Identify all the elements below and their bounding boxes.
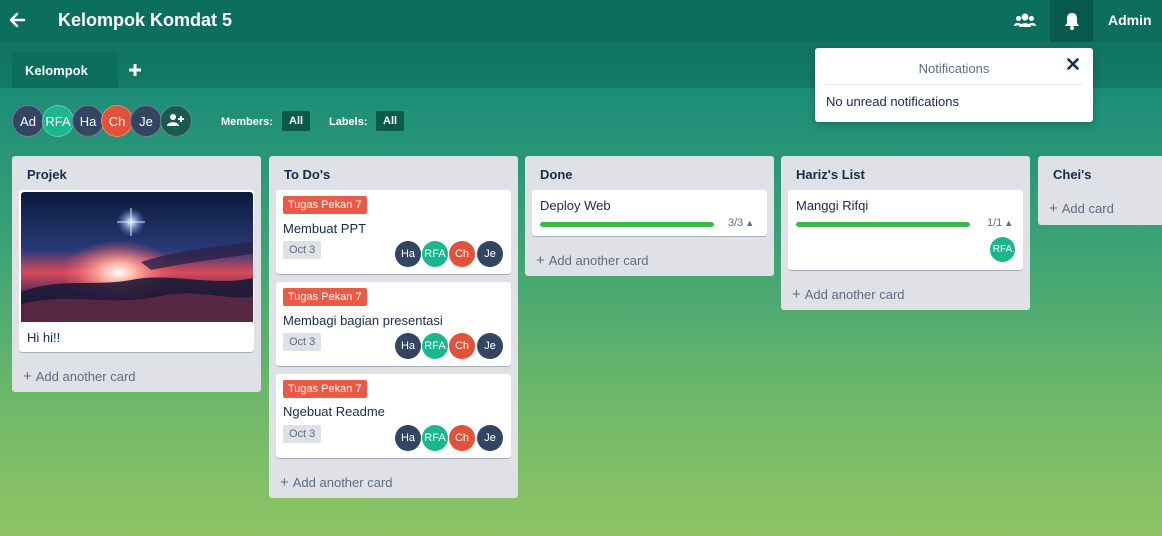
members-filter-select[interactable]: All xyxy=(282,111,311,131)
back-arrow-icon[interactable] xyxy=(8,9,26,31)
list-done: Done Deploy Web 3/3 ▲ + Add another card xyxy=(525,156,774,276)
list-title[interactable]: To Do's xyxy=(284,167,330,182)
plus-icon: + xyxy=(23,368,32,385)
member-avatar[interactable]: Ha xyxy=(72,105,104,137)
add-user-icon xyxy=(167,113,185,130)
list-title[interactable]: Projek xyxy=(27,167,67,182)
card-member-avatar[interactable]: Ch xyxy=(449,333,475,359)
list-chei: Chei's + Add card xyxy=(1038,156,1162,225)
top-bar: Kelompok Komdat 5 Admin xyxy=(0,0,1162,42)
checklist-progress-bar xyxy=(796,222,970,227)
due-date-badge: Oct 3 xyxy=(283,241,322,259)
plus-icon: + xyxy=(792,286,801,303)
card-title: Membuat PPT xyxy=(283,221,367,236)
checklist-count: 3/3 ▲ xyxy=(728,217,755,229)
card-member-avatar[interactable]: RFA xyxy=(422,333,448,359)
plus-icon[interactable] xyxy=(128,62,142,80)
member-avatar[interactable]: Je xyxy=(130,105,162,137)
card-member-avatar[interactable]: Je xyxy=(477,425,503,451)
checklist-progress-fill xyxy=(540,222,714,227)
card-member-avatar[interactable]: Ha xyxy=(395,241,421,267)
card[interactable]: Hi hi!! xyxy=(19,190,254,352)
card-label: Tugas Pekan 7 xyxy=(283,380,367,398)
card-label: Tugas Pekan 7 xyxy=(283,196,367,214)
card[interactable]: Tugas Pekan 7 Membuat PPT Oct 3 Ha RFA C… xyxy=(276,190,511,274)
tab-label: Kelompok xyxy=(25,63,88,78)
card-title: Deploy Web xyxy=(540,198,611,213)
checklist-progress-bar xyxy=(540,222,714,227)
list-hariz: Hariz's List Manggi Rifqi 1/1 ▲ RFA + Add … xyxy=(781,156,1030,310)
plus-icon: + xyxy=(536,252,545,269)
user-menu[interactable]: Admin xyxy=(1108,12,1152,28)
add-card-button[interactable]: + Add another card xyxy=(536,252,649,269)
card-member-avatar[interactable]: RFA xyxy=(422,425,448,451)
plus-icon: + xyxy=(1049,200,1058,217)
notifications-popover: Notifications No unread notifications xyxy=(815,48,1093,122)
plus-icon: + xyxy=(280,474,289,491)
list-title[interactable]: Hariz's List xyxy=(796,167,865,182)
list-projek: Projek Hi hi!! + Add another card xyxy=(12,156,261,392)
due-date-badge: Oct 3 xyxy=(283,425,322,443)
card-member-avatar[interactable]: Je xyxy=(477,333,503,359)
card-member-avatar[interactable]: Ha xyxy=(395,333,421,359)
add-card-button[interactable]: + Add another card xyxy=(23,368,136,385)
card-member-avatar[interactable]: RFA xyxy=(422,241,448,267)
add-card-label: Add card xyxy=(1061,201,1114,216)
list-title[interactable]: Done xyxy=(540,167,573,182)
caret-up-icon: ▲ xyxy=(1004,218,1014,228)
add-card-label: Add another card xyxy=(292,475,393,490)
card-title: Membagi bagian presentasi xyxy=(283,313,443,328)
tab-kelompok[interactable]: Kelompok xyxy=(12,52,118,88)
add-card-button[interactable]: + Add another card xyxy=(280,474,393,491)
card-member-avatar[interactable]: Je xyxy=(477,241,503,267)
card[interactable]: Tugas Pekan 7 Membagi bagian presentasi … xyxy=(276,282,511,366)
board-title: Kelompok Komdat 5 xyxy=(58,10,233,30)
card-label: Tugas Pekan 7 xyxy=(283,288,367,306)
member-avatar[interactable]: Ad xyxy=(12,105,44,137)
labels-filter-label: Labels: xyxy=(329,116,368,128)
members-filter-label: Members: xyxy=(221,116,273,128)
add-card-label: Add another card xyxy=(804,287,905,302)
member-avatar[interactable]: RFA xyxy=(42,105,74,137)
card-member-avatar[interactable]: Ch xyxy=(449,241,475,267)
card-title: Hi hi!! xyxy=(27,330,61,345)
members-icon[interactable] xyxy=(1014,10,1036,30)
divider xyxy=(826,84,1082,85)
card[interactable]: Manggi Rifqi 1/1 ▲ RFA xyxy=(788,190,1023,270)
add-card-label: Add another card xyxy=(35,369,136,384)
list-todos: To Do's Tugas Pekan 7 Membuat PPT Oct 3 … xyxy=(269,156,518,498)
checklist-progress-fill xyxy=(796,222,970,227)
card[interactable]: Tugas Pekan 7 Ngebuat Readme Oct 3 Ha RF… xyxy=(276,374,511,458)
card-cover-image xyxy=(21,192,253,322)
close-icon[interactable] xyxy=(1067,58,1081,72)
bell-icon xyxy=(1063,11,1081,31)
empty-notifications-text: No unread notifications xyxy=(826,94,959,109)
card-member-avatar[interactable]: Ha xyxy=(395,425,421,451)
card[interactable]: Deploy Web 3/3 ▲ xyxy=(532,190,767,236)
popover-title: Notifications xyxy=(918,61,990,76)
list-title[interactable]: Chei's xyxy=(1053,167,1092,182)
card-member-avatar[interactable]: Ch xyxy=(449,425,475,451)
checklist-count: 1/1 ▲ xyxy=(987,217,1014,229)
add-card-button[interactable]: + Add another card xyxy=(792,286,905,303)
add-card-label: Add another card xyxy=(548,253,649,268)
add-member-button[interactable] xyxy=(160,105,192,137)
add-card-button[interactable]: + Add card xyxy=(1049,200,1114,217)
member-avatar[interactable]: Ch xyxy=(101,105,133,137)
card-member-avatar[interactable]: RFA xyxy=(990,237,1015,262)
labels-filter-select[interactable]: All xyxy=(376,111,405,131)
notifications-button[interactable] xyxy=(1050,0,1093,42)
caret-up-icon: ▲ xyxy=(745,218,755,228)
due-date-badge: Oct 3 xyxy=(283,333,322,351)
card-title: Manggi Rifqi xyxy=(796,198,869,213)
card-title: Ngebuat Readme xyxy=(283,404,385,419)
